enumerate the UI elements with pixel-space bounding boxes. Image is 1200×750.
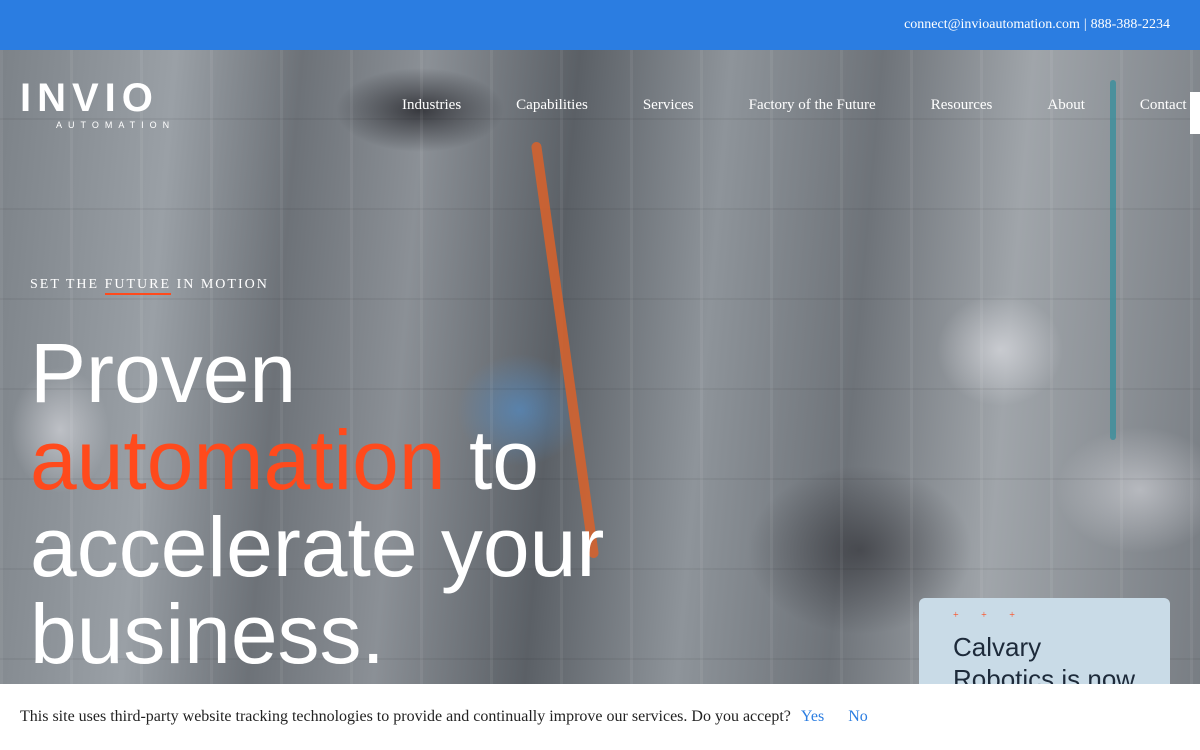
headline-accent-word: automation xyxy=(30,413,446,507)
card-decoration: + + + xyxy=(953,610,1025,621)
cookie-decline-button[interactable]: No xyxy=(848,708,868,726)
contact-bar: connect@invioautomation.com | 888-388-22… xyxy=(0,0,1200,50)
contact-separator: | xyxy=(1083,17,1087,32)
nav-item-about[interactable]: About xyxy=(1047,97,1085,119)
nav-item-industries[interactable]: Industries xyxy=(402,97,461,119)
nav-item-services[interactable]: Services xyxy=(643,97,694,119)
nav-item-capabilities[interactable]: Capabilities xyxy=(516,97,588,119)
main-nav: Industries Capabilities Services Factory… xyxy=(402,97,1187,119)
headline-line-1: Proven xyxy=(30,326,297,420)
hero-headline: Proven automation to accelerate your bus… xyxy=(30,330,670,678)
logo-subtitle: AUTOMATION xyxy=(56,120,176,130)
eyebrow-highlight: FUTURE xyxy=(104,277,172,295)
hero-eyebrow: SET THE FUTURE IN MOTION xyxy=(30,277,269,295)
logo-wordmark: INVIO xyxy=(20,76,159,120)
nav-item-resources[interactable]: Resources xyxy=(931,97,993,119)
headline-line-3: accelerate your xyxy=(30,500,605,594)
eyebrow-text-end: IN MOTION xyxy=(171,277,269,292)
hero-background-cable xyxy=(1110,80,1116,440)
cookie-banner: This site uses third-party website track… xyxy=(0,684,1200,750)
headline-line-4: business. xyxy=(30,587,385,681)
contact-email-link[interactable]: connect@invioautomation.com xyxy=(904,17,1080,33)
nav-cta-edge[interactable] xyxy=(1190,92,1200,134)
cookie-message: This site uses third-party website track… xyxy=(20,708,791,725)
nav-item-factory-of-the-future[interactable]: Factory of the Future xyxy=(749,97,876,119)
hero-section: INVIO AUTOMATION Industries Capabilities… xyxy=(0,50,1200,750)
cookie-accept-button[interactable]: Yes xyxy=(801,708,824,726)
eyebrow-text-start: SET THE xyxy=(30,277,105,292)
nav-item-contact[interactable]: Contact xyxy=(1140,97,1187,119)
contact-phone-link[interactable]: 888-388-2234 xyxy=(1091,17,1170,33)
site-logo[interactable]: INVIO AUTOMATION xyxy=(20,76,220,132)
headline-to: to xyxy=(445,413,540,507)
